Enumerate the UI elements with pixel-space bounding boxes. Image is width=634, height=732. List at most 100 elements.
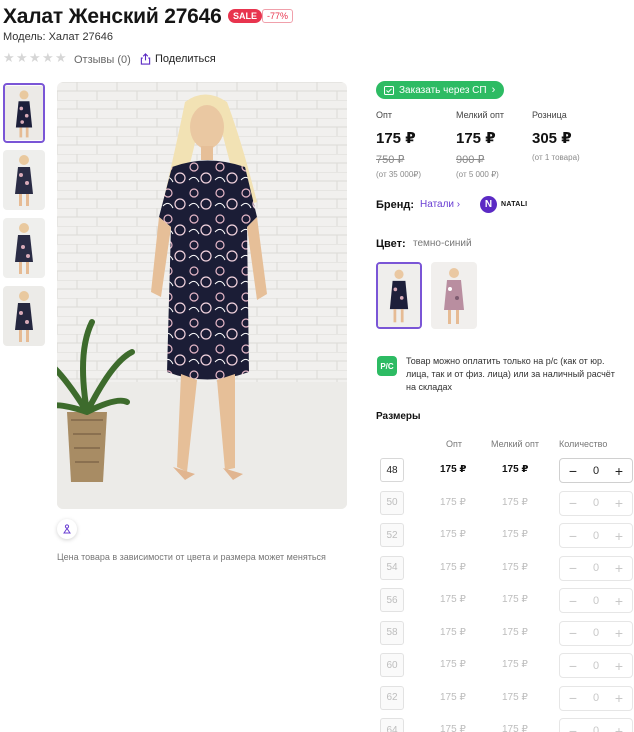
model-params-button[interactable]	[57, 519, 77, 539]
share-button[interactable]: Поделиться	[140, 53, 216, 65]
thumbnail-image	[5, 85, 43, 141]
quantity-value[interactable]: 0	[593, 595, 599, 607]
size-row: 50 175 ₽ 175 ₽ − 0 +	[376, 488, 634, 520]
minus-icon[interactable]: −	[566, 690, 580, 706]
quantity-value[interactable]: 0	[593, 465, 599, 477]
quantity-value[interactable]: 0	[593, 692, 599, 704]
swatch-image	[378, 264, 420, 327]
gallery-thumbnail[interactable]	[3, 286, 45, 346]
quantity-value[interactable]: 0	[593, 627, 599, 639]
gallery-thumbnail[interactable]	[3, 218, 45, 278]
price-label: Мелкий опт	[456, 110, 505, 120]
size-row: 62 175 ₽ 175 ₽ − 0 +	[376, 683, 634, 715]
page-title: Халат Женский 27646	[3, 5, 222, 28]
size-label: 58	[380, 620, 404, 645]
minus-icon[interactable]: −	[566, 593, 580, 609]
product-photo-image	[57, 82, 347, 509]
column-header-small-opt: Мелкий опт	[491, 439, 540, 449]
minus-icon[interactable]: −	[566, 625, 580, 641]
quantity-stepper: − 0 +	[559, 685, 633, 711]
quantity-stepper: − 0 +	[559, 523, 633, 548]
minus-icon[interactable]: −	[566, 463, 580, 479]
brand-logo-text: NATALI	[501, 201, 528, 208]
size-price-small-opt: 175 ₽	[502, 496, 528, 508]
quantity-stepper: − 0 +	[559, 653, 633, 678]
quantity-stepper: − 0 +	[559, 718, 633, 732]
color-swatch-dark-blue[interactable]	[376, 262, 422, 329]
reviews-link[interactable]: Отзывы (0)	[74, 54, 131, 66]
quantity-value[interactable]: 0	[593, 530, 599, 542]
size-price-opt: 175 ₽	[440, 561, 466, 573]
quantity-value[interactable]: 0	[593, 725, 599, 732]
thumbnail-image	[3, 286, 45, 346]
gallery-thumbnail[interactable]	[3, 83, 45, 143]
bank-account-icon: Р/С	[377, 356, 397, 376]
color-swatch-alt[interactable]	[431, 262, 477, 329]
color-value: темно-синий	[413, 238, 472, 249]
plus-icon[interactable]: +	[612, 723, 626, 732]
star-icon: ★	[55, 50, 67, 65]
brand-link-label: Натали	[420, 199, 455, 210]
size-row: 58 175 ₽ 175 ₽ − 0 +	[376, 618, 634, 650]
plus-icon[interactable]: +	[612, 690, 626, 706]
plus-icon[interactable]: +	[612, 658, 626, 674]
brand-logo[interactable]: N	[480, 196, 497, 213]
payment-note: Товар можно оплатить только на р/с (как …	[406, 356, 615, 392]
brand-link[interactable]: Натали ›	[420, 199, 460, 210]
price-condition: (от 35 000₽)	[376, 170, 422, 179]
quantity-stepper: − 0 +	[559, 458, 633, 483]
size-row: 60 175 ₽ 175 ₽ − 0 +	[376, 650, 634, 682]
size-row: 64 175 ₽ 175 ₽ − 0 +	[376, 715, 634, 732]
minus-icon[interactable]: −	[566, 658, 580, 674]
column-header-opt: Опт	[446, 439, 462, 449]
quantity-value[interactable]: 0	[593, 497, 599, 509]
size-price-opt: 175 ₽	[440, 626, 466, 638]
price-note: Цена товара в зависимости от цвета и раз…	[57, 552, 326, 562]
minus-icon[interactable]: −	[566, 723, 580, 732]
size-price-small-opt: 175 ₽	[502, 529, 528, 540]
price-label: Опт	[376, 110, 392, 120]
minus-icon[interactable]: −	[566, 560, 580, 576]
size-price-small-opt: 175 ₽	[502, 659, 528, 670]
price-column-retail: Розница 305 ₽ (от 1 товара)	[532, 110, 580, 162]
main-product-photo[interactable]	[57, 82, 347, 509]
size-price-opt: 175 ₽	[440, 659, 466, 670]
plus-icon[interactable]: +	[612, 528, 626, 544]
quantity-value[interactable]: 0	[593, 660, 599, 672]
swatch-image	[431, 262, 477, 329]
gallery-thumbnail[interactable]	[3, 150, 45, 210]
sale-badge: SALE	[228, 9, 263, 23]
price-current: 175 ₽	[456, 130, 496, 147]
star-icon: ★	[16, 50, 28, 65]
size-price-small-opt: 175 ₽	[502, 626, 528, 638]
minus-icon[interactable]: −	[566, 495, 580, 511]
size-price-small-opt: 175 ₽	[502, 691, 528, 703]
size-label: 60	[380, 653, 404, 677]
chevron-right-icon: ›	[491, 84, 496, 96]
quantity-value[interactable]: 0	[593, 562, 599, 574]
star-icon: ★	[3, 50, 15, 65]
size-label: 64	[380, 718, 404, 732]
plus-icon[interactable]: +	[612, 560, 626, 576]
plus-icon[interactable]: +	[612, 625, 626, 641]
size-price-small-opt: 175 ₽	[502, 724, 528, 732]
thumbnail-image	[3, 218, 45, 278]
order-sp-button[interactable]: Заказать через СП ›	[376, 81, 505, 99]
price-old: 750 ₽	[376, 154, 405, 166]
size-label: 52	[380, 523, 404, 547]
column-header-quantity: Количество	[559, 439, 608, 449]
size-label: 50	[380, 490, 404, 515]
plus-icon[interactable]: +	[612, 463, 626, 479]
size-price-opt: 175 ₽	[440, 529, 466, 540]
star-icon: ★	[42, 50, 54, 65]
minus-icon[interactable]: −	[566, 528, 580, 544]
price-current: 175 ₽	[376, 130, 416, 147]
plus-icon[interactable]: +	[612, 495, 626, 511]
size-price-small-opt: 175 ₽	[502, 594, 528, 605]
size-price-small-opt: 175 ₽	[502, 464, 529, 475]
rating-stars: ★ ★ ★ ★ ★	[3, 50, 67, 65]
plus-icon[interactable]: +	[612, 593, 626, 609]
size-row: 48 175 ₽ 175 ₽ − 0 +	[376, 455, 634, 487]
chevron-right-icon: ›	[456, 199, 461, 210]
size-price-opt: 175 ₽	[440, 594, 466, 605]
